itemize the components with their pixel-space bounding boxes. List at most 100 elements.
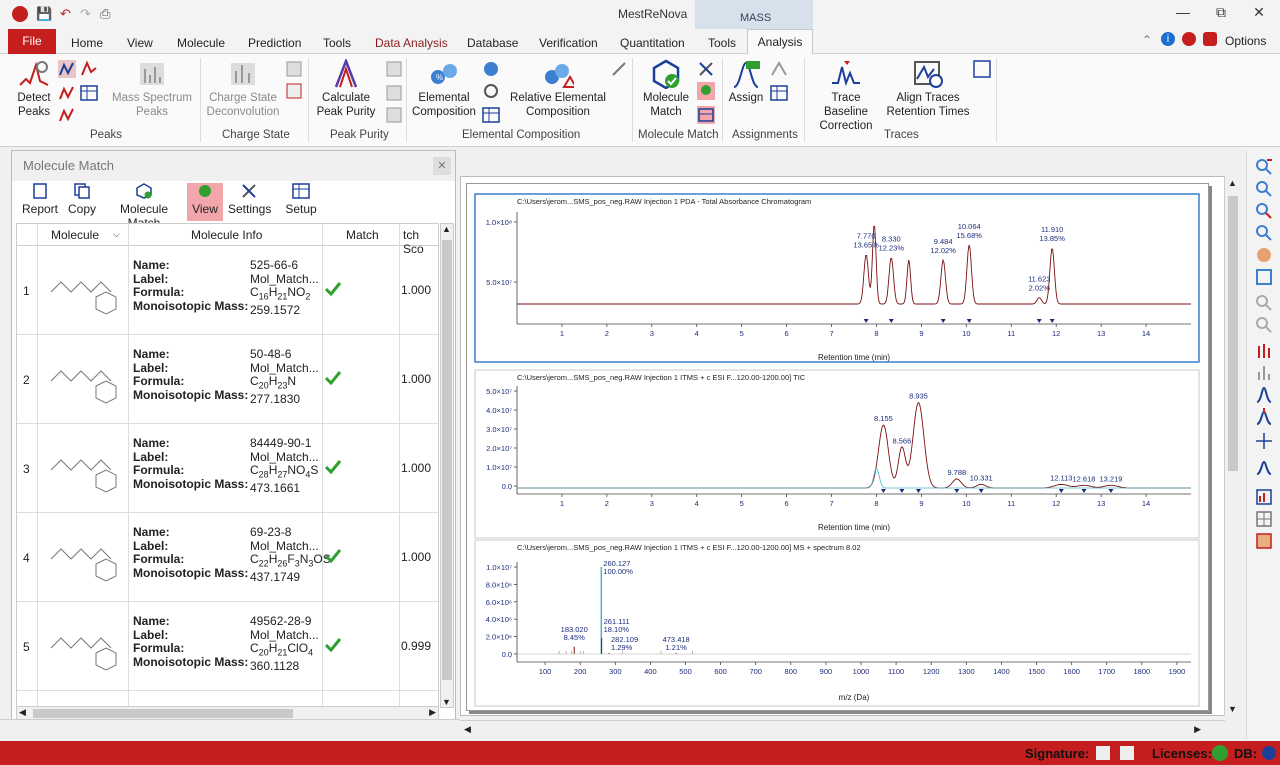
peak-auto-icon[interactable] xyxy=(58,84,76,102)
zoom-fit-icon[interactable] xyxy=(1255,202,1273,220)
bar-chart-icon[interactable] xyxy=(1255,488,1273,506)
close-button[interactable]: ✕ xyxy=(1244,4,1274,21)
options-menu[interactable]: Options xyxy=(1225,34,1266,48)
signature-list-icon[interactable] xyxy=(1120,746,1134,760)
assign-auto-icon[interactable] xyxy=(770,60,788,78)
integrate-red-icon[interactable] xyxy=(1255,408,1273,426)
charge-state-tool-icon[interactable] xyxy=(285,60,303,78)
elemental-settings-icon[interactable] xyxy=(482,82,500,100)
tab-molecule[interactable]: Molecule xyxy=(177,36,225,50)
tab-file[interactable]: File xyxy=(8,29,56,54)
zoom-disabled-2-icon[interactable] xyxy=(1255,316,1273,334)
help-icon[interactable] xyxy=(1203,32,1217,46)
info-icon[interactable]: i xyxy=(1161,32,1175,46)
tab-view[interactable]: View xyxy=(127,36,153,50)
tab-quantitation[interactable]: Quantitation xyxy=(620,36,685,50)
zoom-in-icon[interactable] xyxy=(1255,158,1273,176)
copy-button[interactable]: Copy xyxy=(65,183,99,221)
report-button[interactable]: Report xyxy=(21,183,59,221)
redo-icon[interactable]: ↷ xyxy=(80,6,91,22)
table-row[interactable]: 2 Name: Label: Formula: Monoisotopic Mass: 50… xyxy=(17,335,438,424)
col-molecule-info[interactable]: Molecule Info xyxy=(191,228,262,242)
setup-button[interactable]: Setup xyxy=(284,183,318,221)
tab-mass-tools[interactable]: Tools xyxy=(708,36,736,50)
assign-button[interactable]: Assign xyxy=(727,59,765,105)
elemental-extra-icon[interactable] xyxy=(610,60,628,78)
db-status-icon[interactable] xyxy=(1262,746,1276,760)
hscroll-thumb[interactable] xyxy=(33,709,293,718)
view-button[interactable]: View xyxy=(187,183,223,221)
tab-analysis[interactable]: Analysis xyxy=(747,29,813,54)
multiplet-icon[interactable] xyxy=(1255,458,1273,476)
table-row[interactable]: 3 Name: Label: Formula: Monoisotopic Mass: 84… xyxy=(17,424,438,513)
elemental-table-icon[interactable] xyxy=(482,106,500,124)
grid-icon[interactable] xyxy=(1255,510,1273,528)
peak-manual-icon[interactable] xyxy=(80,60,98,78)
document-vertical-scrollbar[interactable]: ▲ ▼ xyxy=(1224,176,1241,716)
charge-state-deconvolution-button[interactable]: Charge State Deconvolution xyxy=(205,59,281,119)
doc-scroll-right-icon[interactable]: ▶ xyxy=(1194,724,1201,735)
license-status-icon[interactable] xyxy=(1212,745,1228,761)
document-horizontal-scrollbar[interactable]: ◀ ▶ xyxy=(460,720,1225,738)
zoom-out-icon[interactable] xyxy=(1255,180,1273,198)
save-icon[interactable]: 💾 xyxy=(36,6,52,22)
collapse-ribbon-icon[interactable]: ⌃ xyxy=(1142,33,1152,47)
mass-spectrum-peaks-button[interactable]: Mass Spectrum Peaks xyxy=(110,59,194,119)
peak-pick-icon[interactable] xyxy=(58,60,76,78)
peak-delete-icon[interactable] xyxy=(58,106,76,124)
settings-button[interactable]: Settings xyxy=(228,183,271,221)
integrate-icon[interactable] xyxy=(1255,386,1273,404)
molecule-match-tool-button[interactable]: Molecule Match xyxy=(104,183,184,230)
table-row[interactable]: 4 Name: Label: Formula: Monoisotopic Mass: 69… xyxy=(17,513,438,602)
purity-delete-icon[interactable] xyxy=(385,84,403,102)
fit-icon[interactable] xyxy=(1255,268,1273,286)
crosshair-icon[interactable] xyxy=(1255,432,1273,450)
assign-table-icon[interactable] xyxy=(770,84,788,102)
settings-gear-icon[interactable] xyxy=(1182,32,1196,46)
scroll-up-icon[interactable]: ▲ xyxy=(442,224,451,234)
sort-chevron-icon[interactable]: ⌵ xyxy=(113,229,120,240)
signature-icon[interactable] xyxy=(1096,746,1110,760)
col-match[interactable]: Match xyxy=(346,228,379,242)
trace-baseline-correction-button[interactable]: Trace Baseline Correction xyxy=(808,59,884,133)
tab-home[interactable]: Home xyxy=(71,36,103,50)
relative-elemental-composition-button[interactable]: Relative Elemental Composition xyxy=(510,59,606,119)
undo-icon[interactable]: ↶ xyxy=(60,6,71,22)
traces-extra-icon[interactable] xyxy=(973,60,991,78)
tab-database[interactable]: Database xyxy=(467,36,518,50)
scroll-down-icon[interactable]: ▼ xyxy=(442,697,451,707)
peak-table-icon[interactable] xyxy=(80,84,98,102)
pan-hand-icon[interactable] xyxy=(1255,246,1273,264)
molecule-match-button[interactable]: Molecule Match xyxy=(637,59,695,119)
charge-state-list-icon[interactable] xyxy=(285,82,303,100)
col-molecule[interactable]: Molecule xyxy=(51,228,99,242)
elemental-tool-icon[interactable] xyxy=(482,60,500,78)
tab-data-analysis[interactable]: Data Analysis xyxy=(375,36,448,50)
table-row[interactable]: 5 Name: Label: Formula: Monoisotopic Mass: 49… xyxy=(17,602,438,691)
elemental-composition-button[interactable]: % Elemental Composition xyxy=(410,59,478,119)
zoom-region-icon[interactable] xyxy=(1255,224,1273,242)
tab-tools[interactable]: Tools xyxy=(323,36,351,50)
zoom-disabled-icon[interactable] xyxy=(1255,294,1273,312)
align-traces-button[interactable]: Align Traces Retention Times xyxy=(886,59,970,119)
calculate-peak-purity-button[interactable]: Calculate Peak Purity xyxy=(313,59,379,119)
table-row[interactable]: 1 Name: Label: Formula: Monoisotopic Mass: 52… xyxy=(17,246,438,335)
scroll-left-icon[interactable]: ◀ xyxy=(19,707,26,718)
doc-scroll-down-icon[interactable]: ▼ xyxy=(1228,704,1237,714)
purity-grid-icon[interactable] xyxy=(385,106,403,124)
match-table-icon[interactable] xyxy=(697,106,715,124)
match-settings-icon[interactable] xyxy=(697,60,715,78)
panel-close-button[interactable]: ✕ xyxy=(433,157,451,175)
scroll-right-icon[interactable]: ▶ xyxy=(429,707,436,718)
scroll-thumb[interactable] xyxy=(442,240,452,680)
detect-peaks-button[interactable]: Detect Peaks xyxy=(14,59,54,119)
doc-scroll-left-icon[interactable]: ◀ xyxy=(464,724,471,735)
restore-button[interactable]: ⧉ xyxy=(1206,4,1236,21)
doc-scroll-up-icon[interactable]: ▲ xyxy=(1228,178,1237,188)
minimize-button[interactable]: — xyxy=(1168,4,1198,20)
layout-icon[interactable] xyxy=(1255,532,1273,550)
tab-verification[interactable]: Verification xyxy=(539,36,598,50)
match-view-icon[interactable] xyxy=(697,82,715,100)
peaks-icon[interactable] xyxy=(1255,342,1273,360)
print-icon[interactable]: ⎙ xyxy=(100,6,110,22)
